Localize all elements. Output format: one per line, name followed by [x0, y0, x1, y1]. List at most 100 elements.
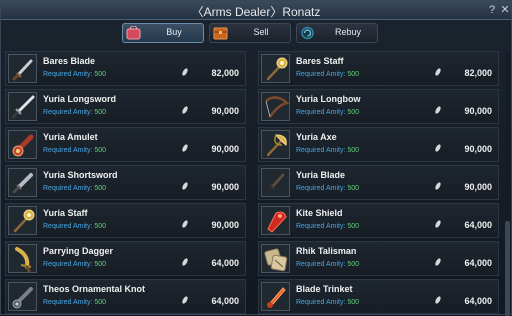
required-amity-label: Required Amity: — [296, 71, 346, 78]
tab-sell[interactable]: Sell — [209, 23, 291, 43]
required-amity: Required Amity: 500 — [296, 109, 359, 116]
list-item-yuria-blade[interactable]: Yuria Blade Required Amity: 500 90,000 — [258, 165, 499, 200]
tab-rebuy[interactable]: Rebuy — [296, 23, 378, 43]
staff-icon — [266, 57, 288, 81]
required-amity-label: Required Amity: — [43, 147, 93, 154]
required-amity: Required Amity: 500 — [43, 223, 106, 230]
required-amity: Required Amity: 500 — [296, 299, 359, 306]
list-item-bares-staff[interactable]: Bares Staff Required Amity: 500 82,000 — [258, 51, 499, 86]
list-item-rhik-talisman[interactable]: Rhik Talisman Required Amity: 500 64,000 — [258, 241, 499, 276]
currency-icon — [181, 181, 189, 191]
required-amity-label: Required Amity: — [296, 147, 346, 154]
item-price: 90,000 — [211, 182, 239, 192]
item-list: Bares Blade Required Amity: 500 82,000 B… — [5, 51, 505, 316]
required-amity-value: 500 — [94, 299, 107, 306]
dagger-icon — [12, 59, 33, 81]
item-icon-frame — [8, 168, 37, 197]
required-amity-value: 500 — [94, 185, 107, 192]
currency-icon — [181, 295, 189, 305]
item-icon-frame — [8, 244, 37, 273]
currency-icon — [434, 181, 442, 191]
arms-dealer-window: 〈Arms Dealer〉Ronatz ? ✕ Buy Sell Rebuy B… — [0, 0, 512, 316]
currency-icon — [181, 105, 189, 115]
list-item-blade-trinket[interactable]: Blade Trinket Required Amity: 500 64,000 — [258, 279, 499, 314]
required-amity-label: Required Amity: — [296, 109, 346, 116]
required-amity-value: 500 — [94, 261, 107, 268]
list-item-theos-ornamental-knot[interactable]: Theos Ornamental Knot Required Amity: 50… — [5, 279, 246, 314]
item-name: Yuria Axe — [296, 132, 337, 142]
shortsword-icon — [12, 173, 33, 194]
help-icon[interactable]: ? — [486, 4, 498, 16]
item-price: 90,000 — [464, 182, 492, 192]
rebuy-cycle-icon — [301, 26, 314, 40]
list-item-parrying-dagger[interactable]: Parrying Dagger Required Amity: 500 64,0… — [5, 241, 246, 276]
buy-bag-icon — [126, 26, 141, 40]
required-amity-value: 500 — [347, 299, 360, 306]
window-title: 〈Arms Dealer〉Ronatz — [191, 5, 321, 19]
required-amity-label: Required Amity: — [296, 185, 346, 192]
item-icon-frame — [261, 282, 290, 311]
required-amity-value: 500 — [94, 109, 107, 116]
item-price: 64,000 — [464, 258, 492, 268]
staff-icon — [13, 209, 35, 233]
required-amity: Required Amity: 500 — [296, 223, 359, 230]
item-icon-frame — [8, 92, 37, 121]
currency-icon — [181, 67, 189, 77]
longsword-icon — [11, 95, 35, 119]
list-item-yuria-axe[interactable]: Yuria Axe Required Amity: 500 90,000 — [258, 127, 499, 162]
longbow-icon — [265, 96, 290, 118]
required-amity: Required Amity: 500 — [296, 147, 359, 154]
tab-buy[interactable]: Buy — [122, 23, 204, 43]
item-name: Kite Shield — [296, 208, 343, 218]
required-amity-value: 500 — [347, 109, 360, 116]
list-item-bares-blade[interactable]: Bares Blade Required Amity: 500 82,000 — [5, 51, 246, 86]
item-name: Bares Blade — [43, 56, 96, 66]
required-amity: Required Amity: 500 — [43, 71, 106, 78]
list-item-yuria-longbow[interactable]: Yuria Longbow Required Amity: 500 90,000 — [258, 89, 499, 124]
list-item-yuria-staff[interactable]: Yuria Staff Required Amity: 500 90,000 — [5, 203, 246, 238]
scrollbar-thumb[interactable] — [505, 221, 510, 316]
item-price: 90,000 — [464, 144, 492, 154]
talisman-icon — [264, 248, 288, 272]
item-name: Rhik Talisman — [296, 246, 357, 256]
currency-icon — [434, 219, 442, 229]
required-amity-value: 500 — [347, 261, 360, 268]
item-icon-frame — [261, 54, 290, 83]
item-name: Yuria Blade — [296, 170, 346, 180]
item-icon-frame — [8, 282, 37, 311]
blade-icon — [266, 173, 285, 193]
required-amity-label: Required Amity: — [296, 299, 346, 306]
required-amity-value: 500 — [347, 223, 360, 230]
close-icon[interactable]: ✕ — [499, 4, 511, 16]
item-icon-frame — [8, 130, 37, 159]
list-item-yuria-shortsword[interactable]: Yuria Shortsword Required Amity: 500 90,… — [5, 165, 246, 200]
list-item-yuria-longsword[interactable]: Yuria Longsword Required Amity: 500 90,0… — [5, 89, 246, 124]
required-amity-value: 500 — [94, 223, 107, 230]
list-scrollbar[interactable] — [505, 51, 510, 316]
required-amity-label: Required Amity: — [43, 185, 93, 192]
required-amity: Required Amity: 500 — [43, 261, 106, 268]
item-name: Parrying Dagger — [43, 246, 114, 256]
tab-sell-label: Sell — [253, 27, 269, 37]
item-price: 64,000 — [464, 220, 492, 230]
required-amity-value: 500 — [94, 71, 107, 78]
title-bar[interactable]: 〈Arms Dealer〉Ronatz ? ✕ — [1, 1, 511, 20]
ornamental-knot-icon — [12, 287, 33, 309]
shop-tabs: Buy Sell Rebuy — [1, 20, 511, 46]
item-icon-frame — [8, 54, 37, 83]
item-price: 64,000 — [211, 296, 239, 306]
required-amity-label: Required Amity: — [43, 261, 93, 268]
amulet-icon — [12, 134, 34, 157]
item-icon-frame — [261, 130, 290, 159]
item-name: Yuria Longsword — [43, 94, 117, 104]
item-icon-frame — [261, 206, 290, 235]
parrying-dagger-icon — [15, 247, 32, 273]
currency-icon — [181, 257, 189, 267]
item-icon-frame — [8, 206, 37, 235]
tab-rebuy-label: Rebuy — [334, 27, 361, 37]
item-icon-frame — [261, 168, 290, 197]
item-price: 90,000 — [211, 106, 239, 116]
list-item-kite-shield[interactable]: Kite Shield Required Amity: 500 64,000 — [258, 203, 499, 238]
currency-icon — [434, 67, 442, 77]
list-item-yuria-amulet[interactable]: Yuria Amulet Required Amity: 500 90,000 — [5, 127, 246, 162]
